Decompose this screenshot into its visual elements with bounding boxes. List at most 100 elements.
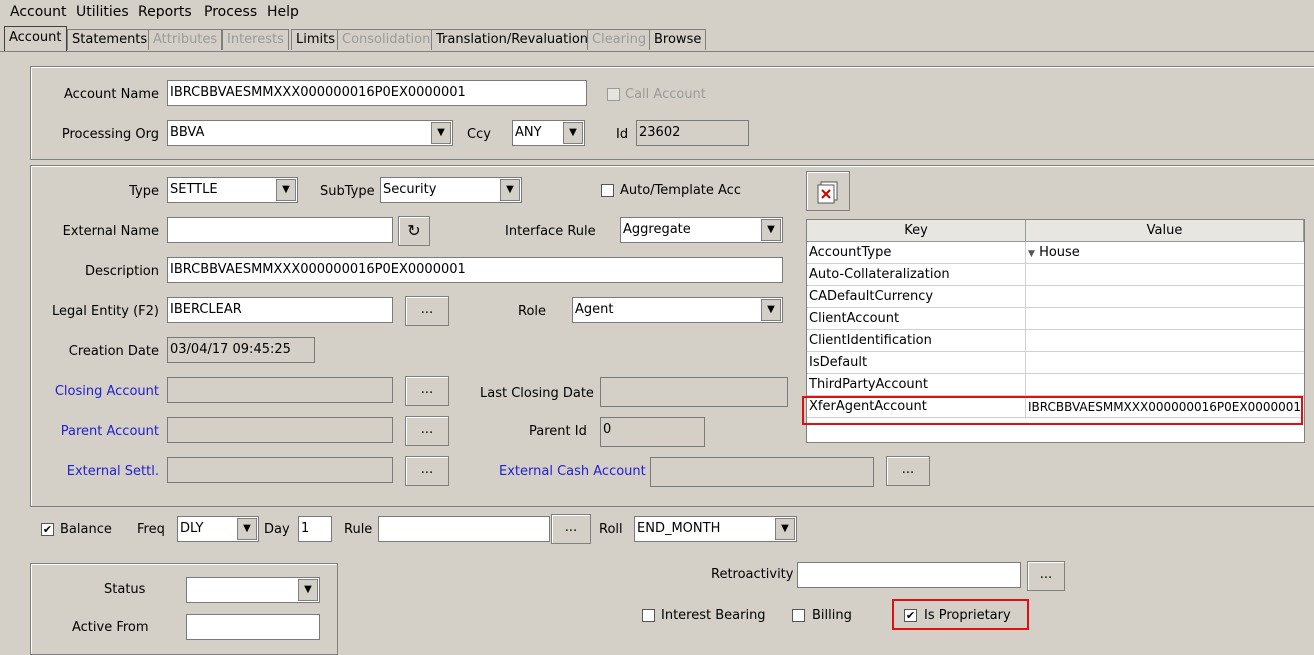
parent-account-picker-button[interactable]: ... — [405, 416, 449, 446]
freq-select[interactable]: DLY ▼ — [177, 516, 259, 542]
checkmark-icon: ✔ — [42, 523, 53, 536]
key-cell: ClientAccount — [807, 308, 1026, 330]
rule-picker-button[interactable]: ... — [551, 514, 591, 544]
value-cell[interactable] — [1026, 330, 1304, 352]
role-label: Role — [518, 304, 547, 319]
menu-help[interactable]: Help — [267, 4, 299, 20]
interest-bearing-label: Interest Bearing — [661, 608, 766, 623]
caret-down-icon[interactable]: ▼ — [1028, 249, 1035, 259]
chevron-down-icon[interactable]: ▼ — [775, 518, 795, 540]
delete-attribute-button[interactable] — [806, 171, 850, 211]
value-cell[interactable] — [1026, 374, 1304, 396]
closing-account-link[interactable]: Closing Account — [40, 384, 159, 399]
table-row[interactable]: CADefaultCurrency — [807, 286, 1304, 308]
key-cell: AccountType — [807, 242, 1026, 264]
closing-account-picker-button[interactable]: ... — [405, 376, 449, 406]
legal-entity-picker-button[interactable]: ... — [405, 296, 449, 326]
parent-account-field — [167, 417, 393, 443]
external-name-input[interactable] — [167, 217, 393, 243]
chevron-down-icon[interactable]: ▼ — [276, 179, 296, 201]
tab-divider — [0, 51, 1314, 52]
tab-statements[interactable]: Statements — [67, 29, 153, 50]
billing-checkbox[interactable] — [792, 609, 805, 622]
refresh-button[interactable]: ↻ — [398, 216, 430, 246]
table-row[interactable]: ClientIdentification — [807, 330, 1304, 352]
table-row[interactable]: IsDefault — [807, 352, 1304, 374]
tab-attributes: Attributes — [148, 29, 223, 50]
value-column-header[interactable]: Value — [1026, 220, 1304, 242]
table-row[interactable]: ClientAccount — [807, 308, 1304, 330]
tab-translation-revaluation[interactable]: Translation/Revaluation — [431, 29, 594, 50]
key-column-header[interactable]: Key — [807, 220, 1026, 242]
table-row[interactable]: ThirdPartyAccount — [807, 374, 1304, 396]
parent-account-link[interactable]: Parent Account — [40, 424, 159, 439]
last-closing-date-field — [600, 377, 788, 407]
balance-checkbox[interactable]: ✔ — [41, 523, 54, 536]
menu-account[interactable]: Account — [10, 4, 67, 20]
day-label: Day — [264, 522, 290, 537]
type-select[interactable]: SETTLE ▼ — [167, 177, 298, 203]
chevron-down-icon[interactable]: ▼ — [761, 299, 781, 321]
interface-rule-select[interactable]: Aggregate ▼ — [620, 217, 783, 243]
status-select[interactable]: ▼ — [186, 577, 320, 603]
ccy-select[interactable]: ANY ▼ — [512, 120, 585, 146]
table-row[interactable]: AccountType ▼ House — [807, 242, 1304, 264]
external-settl-link[interactable]: External Settl. — [40, 464, 159, 479]
key-cell: CADefaultCurrency — [807, 286, 1026, 308]
menu-utilities[interactable]: Utilities — [76, 4, 129, 20]
roll-select[interactable]: END_MONTH ▼ — [634, 516, 797, 542]
rule-input[interactable] — [378, 516, 550, 542]
legal-entity-label: Legal Entity (F2) — [52, 304, 159, 319]
chevron-down-icon[interactable]: ▼ — [237, 518, 257, 540]
day-input[interactable]: 1 — [298, 516, 332, 542]
menu-reports[interactable]: Reports — [138, 4, 192, 20]
active-from-input[interactable] — [186, 614, 320, 640]
auto-template-checkbox[interactable] — [601, 184, 614, 197]
last-closing-date-label: Last Closing Date — [480, 386, 594, 401]
tab-limits[interactable]: Limits — [291, 29, 340, 50]
tab-interests: Interests — [222, 29, 289, 50]
menu-process[interactable]: Process — [204, 4, 257, 20]
chevron-down-icon[interactable]: ▼ — [500, 179, 520, 201]
external-cash-account-field — [650, 457, 874, 487]
freq-label: Freq — [137, 522, 165, 537]
refresh-icon: ↻ — [407, 221, 421, 240]
legal-entity-input[interactable]: IBERCLEAR — [167, 297, 393, 323]
value-cell[interactable] — [1026, 308, 1304, 330]
interface-rule-value: Aggregate — [623, 222, 691, 237]
description-input[interactable]: IBRCBBVAESMMXXX000000016P0EX0000001 — [167, 257, 783, 283]
chevron-down-icon[interactable]: ▼ — [563, 122, 583, 144]
processing-org-select[interactable]: BBVA ▼ — [167, 120, 453, 146]
value-cell[interactable] — [1026, 286, 1304, 308]
key-cell: IsDefault — [807, 352, 1026, 374]
external-cash-picker-button[interactable]: ... — [886, 456, 930, 486]
closing-account-field — [167, 377, 393, 403]
account-name-input[interactable]: IBRCBBVAESMMXXX000000016P0EX0000001 — [167, 80, 587, 106]
retroactivity-input[interactable] — [797, 562, 1021, 588]
chevron-down-icon[interactable]: ▼ — [761, 219, 781, 241]
tab-browse[interactable]: Browse — [649, 29, 707, 50]
table-row[interactable]: Auto-Collateralization — [807, 264, 1304, 286]
value-cell[interactable] — [1026, 352, 1304, 374]
id-field: 23602 — [636, 120, 749, 146]
tab-account[interactable]: Account — [4, 26, 67, 51]
rule-label: Rule — [344, 522, 373, 537]
external-settl-picker-button[interactable]: ... — [405, 456, 449, 486]
external-cash-account-link[interactable]: External Cash Account — [499, 464, 646, 479]
subtype-value: Security — [383, 182, 437, 197]
retroactivity-picker-button[interactable]: ... — [1027, 561, 1065, 591]
tab-bar: Account Statements Attributes Interests … — [0, 26, 1314, 52]
description-label: Description — [84, 264, 159, 279]
chevron-down-icon[interactable]: ▼ — [298, 579, 318, 601]
subtype-select[interactable]: Security ▼ — [380, 177, 522, 203]
value-cell[interactable] — [1026, 264, 1304, 286]
role-select[interactable]: Agent ▼ — [572, 297, 783, 323]
delete-icon — [817, 181, 838, 204]
roll-value: END_MONTH — [637, 521, 721, 536]
value-cell[interactable]: ▼ House — [1026, 242, 1304, 264]
interest-bearing-checkbox[interactable] — [642, 609, 655, 622]
chevron-down-icon[interactable]: ▼ — [431, 122, 451, 144]
processing-org-value: BBVA — [170, 125, 205, 140]
parent-id-label: Parent Id — [529, 424, 587, 439]
ccy-value: ANY — [515, 125, 542, 140]
